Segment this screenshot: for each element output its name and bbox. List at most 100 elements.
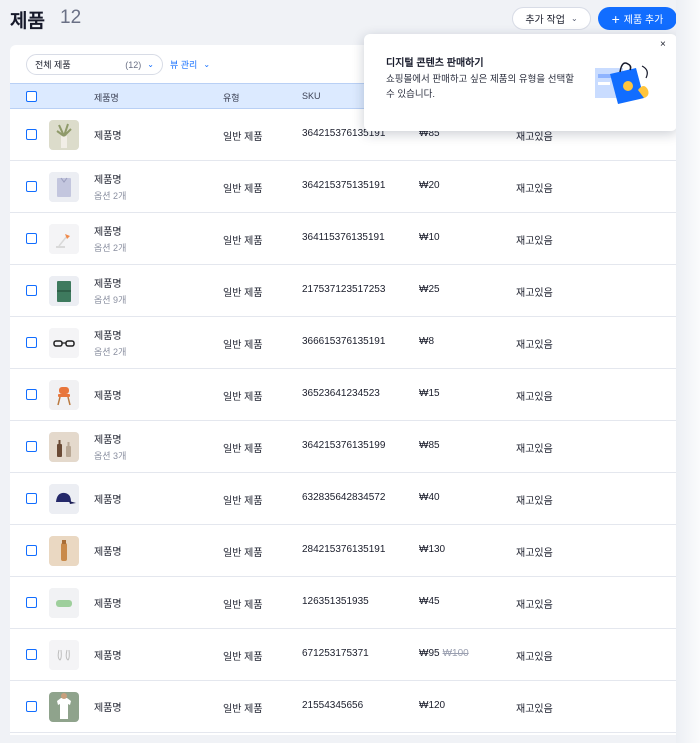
row-checkbox[interactable] bbox=[26, 701, 37, 712]
chair-icon bbox=[49, 380, 79, 410]
product-name-cell: 제품명 bbox=[94, 681, 122, 732]
product-price: ₩40 bbox=[419, 492, 440, 503]
filter-count: (12) bbox=[125, 59, 142, 70]
product-sku: 364215375135191 bbox=[302, 180, 386, 191]
row-checkbox[interactable] bbox=[26, 337, 37, 348]
product-variants: 옵션 9개 bbox=[94, 295, 127, 305]
table-row[interactable]: 제품명 옵션 2개 일반 제품 364215375135191 ₩20 재고있음 bbox=[10, 161, 676, 213]
product-stock: 재고있음 bbox=[516, 704, 553, 715]
product-variants: 옵션 2개 bbox=[94, 347, 127, 357]
product-sku: 284215376135191 bbox=[302, 544, 386, 555]
page-title: 제품 bbox=[10, 11, 45, 32]
row-checkbox[interactable] bbox=[26, 129, 37, 140]
product-stock: 재고있음 bbox=[516, 288, 553, 299]
digital-content-popover: 디지털 콘텐츠 판매하기 쇼핑몰에서 판매하고 싶은 제품의 유형을 선택할 수… bbox=[364, 34, 677, 131]
table-row[interactable]: 제품명 일반 제품 284215376135191 ₩130 재고있음 bbox=[10, 525, 676, 577]
product-price-cell: ₩25 bbox=[419, 284, 440, 295]
product-price-cell: ₩40 bbox=[419, 492, 440, 503]
product-stock: 재고있음 bbox=[516, 392, 553, 403]
table-row[interactable]: 제품명 일반 제품 671253175371 ₩95 ₩100 재고있음 bbox=[10, 629, 676, 681]
row-checkbox[interactable] bbox=[26, 233, 37, 244]
product-sku: 632835642834572 bbox=[302, 492, 386, 503]
row-checkbox[interactable] bbox=[26, 493, 37, 504]
product-type: 일반 제품 bbox=[223, 652, 263, 663]
green-shirt-icon bbox=[49, 276, 79, 306]
manage-view-button[interactable]: 뷰 관리 ⌄ bbox=[170, 58, 210, 71]
product-type: 일반 제품 bbox=[223, 444, 263, 455]
product-old-price: ₩100 bbox=[442, 648, 469, 659]
column-header-name[interactable]: 제품명 bbox=[94, 91, 119, 104]
product-price: ₩85 bbox=[419, 440, 440, 451]
product-name-cell: 제품명 bbox=[94, 629, 122, 680]
product-price-cell: ₩95 ₩100 bbox=[419, 648, 469, 659]
product-name: 제품명 bbox=[94, 435, 122, 446]
product-name: 제품명 bbox=[94, 227, 122, 238]
product-type: 일반 제품 bbox=[223, 548, 263, 559]
table-row[interactable]: 제품명 옵션 3개 일반 제품 364215376135199 ₩85 재고있음 bbox=[10, 421, 676, 473]
product-type: 일반 제품 bbox=[223, 340, 263, 351]
table-row[interactable]: 제품명 옵션 9개 일반 제품 217537123517253 ₩25 재고있음 bbox=[10, 265, 676, 317]
table-row[interactable]: 제품명 일반 제품 21554345656 ₩120 재고있음 bbox=[10, 681, 676, 733]
plus-icon: + bbox=[611, 10, 620, 27]
product-price: ₩8 bbox=[419, 336, 434, 347]
product-price-cell: ₩85 bbox=[419, 440, 440, 451]
product-name-cell: 제품명 옵션 2개 bbox=[94, 161, 126, 212]
product-stock: 재고있음 bbox=[516, 548, 553, 559]
product-price-cell: ₩8 bbox=[419, 336, 434, 347]
more-actions-button[interactable]: 추가 작업 ⌄ bbox=[512, 7, 591, 30]
close-icon[interactable]: × bbox=[660, 39, 666, 50]
product-variants: 옵션 3개 bbox=[94, 451, 127, 461]
select-all-checkbox[interactable] bbox=[26, 91, 37, 102]
filter-label: 전체 제품 bbox=[35, 60, 71, 70]
product-name: 제품명 bbox=[94, 175, 122, 186]
product-name: 제품명 bbox=[94, 599, 122, 610]
cap-icon bbox=[49, 484, 79, 514]
row-checkbox[interactable] bbox=[26, 597, 37, 608]
product-sku: 36523641234523 bbox=[302, 388, 380, 399]
product-name: 제품명 bbox=[94, 331, 122, 342]
table-row[interactable]: 제품명 일반 제품 632835642834572 ₩40 재고있음 bbox=[10, 473, 676, 525]
row-checkbox[interactable] bbox=[26, 181, 37, 192]
product-sku: 126351351935 bbox=[302, 596, 369, 607]
shopping-bag-illustration-icon bbox=[595, 62, 649, 104]
product-price: ₩45 bbox=[419, 596, 440, 607]
product-price: ₩25 bbox=[419, 284, 440, 295]
product-price-cell: ₩130 bbox=[419, 544, 445, 555]
product-stock: 재고있음 bbox=[516, 184, 553, 195]
product-count: 12 bbox=[60, 7, 82, 28]
table-row[interactable]: 제품명 일반 제품 36523641234523 ₩15 재고있음 bbox=[10, 369, 676, 421]
folded-shirt-icon bbox=[49, 172, 79, 202]
earrings-icon bbox=[49, 640, 79, 670]
table-row[interactable]: 제품명 일반 제품 126351351935 ₩45 재고있음 bbox=[10, 577, 676, 629]
product-name-cell: 제품명옵션 2개 bbox=[94, 317, 126, 368]
product-sku: 671253175371 bbox=[302, 648, 369, 659]
column-header-type[interactable]: 유형 bbox=[223, 91, 240, 104]
product-sku: 217537123517253 bbox=[302, 284, 386, 295]
product-sku: 364115376135191 bbox=[302, 232, 385, 243]
filter-dropdown[interactable]: 전체 제품 (12) ⌄ bbox=[26, 54, 163, 75]
row-checkbox[interactable] bbox=[26, 389, 37, 400]
table-row[interactable]: 제품명 옵션 2개 일반 제품 366615376135191 ₩8 재고있음 bbox=[10, 317, 676, 369]
product-price-cell: ₩10 bbox=[419, 232, 440, 243]
popover-body: 쇼핑몰에서 판매하고 싶은 제품의 유형을 선택할 수 있습니다. bbox=[386, 74, 574, 100]
row-checkbox[interactable] bbox=[26, 649, 37, 660]
product-name: 제품명 bbox=[94, 279, 122, 290]
product-price: ₩130 bbox=[419, 544, 446, 555]
more-actions-label: 추가 작업 bbox=[525, 15, 565, 26]
glasses-icon bbox=[49, 328, 79, 358]
product-variants: 옵션 2개 bbox=[94, 243, 127, 253]
row-checkbox[interactable] bbox=[26, 285, 37, 296]
product-name-cell: 제품명 bbox=[94, 525, 122, 576]
product-stock: 재고있음 bbox=[516, 236, 553, 247]
row-checkbox[interactable] bbox=[26, 545, 37, 556]
product-stock: 재고있음 bbox=[516, 496, 553, 507]
product-stock: 재고있음 bbox=[516, 600, 553, 611]
product-price: ₩15 bbox=[419, 388, 440, 399]
add-product-button[interactable]: + 제품 추가 bbox=[598, 7, 677, 30]
product-price: ₩120 bbox=[419, 700, 446, 711]
column-header-sku[interactable]: SKU bbox=[302, 91, 321, 101]
row-checkbox[interactable] bbox=[26, 441, 37, 452]
product-type: 일반 제품 bbox=[223, 600, 263, 611]
table-row[interactable]: 제품명 옵션 2개 일반 제품 364115376135191 ₩10 재고있음 bbox=[10, 213, 676, 265]
product-stock: 재고있음 bbox=[516, 652, 553, 663]
